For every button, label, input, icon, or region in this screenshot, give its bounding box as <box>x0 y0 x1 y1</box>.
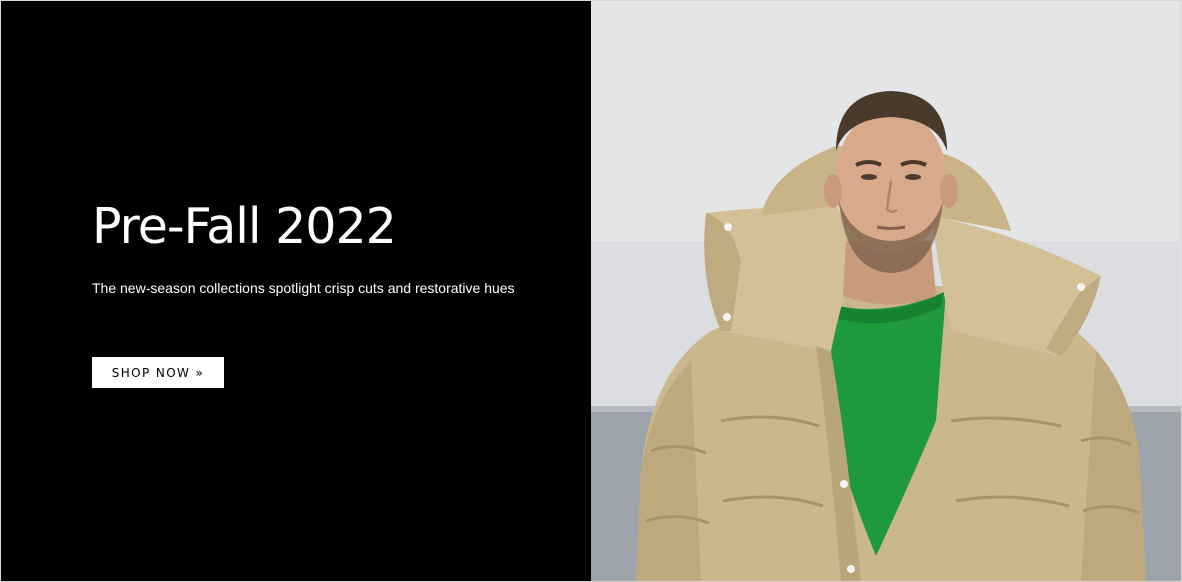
shop-now-button[interactable]: SHOP NOW » <box>92 357 224 388</box>
hero-subtitle: The new-season collections spotlight cri… <box>92 280 515 296</box>
hero-text-panel: Pre-Fall 2022 The new-season collections… <box>1 1 591 581</box>
hero-title: Pre-Fall 2022 <box>92 198 397 255</box>
hero-image[interactable] <box>591 1 1181 581</box>
hero-banner: Pre-Fall 2022 The new-season collections… <box>0 0 1182 582</box>
model-photo-icon <box>591 1 1181 581</box>
